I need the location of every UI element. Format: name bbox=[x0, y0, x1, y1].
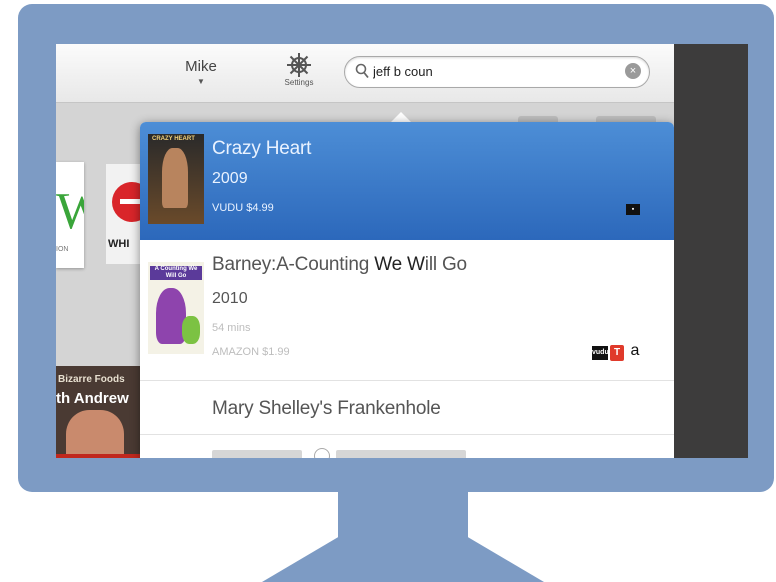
movie-poster: A Counting We Will Go bbox=[148, 262, 204, 354]
show-tile-line1: Bizarre Foods bbox=[58, 374, 125, 385]
search-icon bbox=[355, 63, 369, 79]
result-year: 2010 bbox=[212, 290, 248, 307]
channel-tile-sub: ION bbox=[56, 246, 69, 253]
result-title-cutoff bbox=[336, 450, 466, 458]
user-name: Mike bbox=[185, 58, 217, 75]
dropdown-pointer bbox=[391, 112, 411, 122]
app-window: Mike ▼ Settings jeff b coun × W ION WHI … bbox=[56, 44, 674, 458]
monitor-screen: Mike ▼ Settings jeff b coun × W ION WHI … bbox=[56, 44, 748, 458]
search-input[interactable] bbox=[373, 62, 613, 80]
poster-text: A Counting We Will Go bbox=[150, 266, 202, 280]
channel-tile-label: WHI bbox=[108, 238, 130, 250]
poster-figure-2 bbox=[182, 316, 200, 344]
ship-wheel-icon bbox=[287, 53, 311, 77]
search-result-row[interactable]: A Counting We Will Go Barney:A-Counting … bbox=[140, 240, 674, 381]
poster-figure bbox=[162, 148, 188, 208]
monitor-base-right bbox=[466, 536, 544, 582]
settings-button[interactable]: Settings bbox=[274, 52, 324, 87]
result-title: Crazy Heart bbox=[212, 138, 312, 159]
result-title-match: We W bbox=[374, 254, 425, 275]
result-price: VUDU $4.99 bbox=[212, 202, 274, 214]
result-title-part: ill Go bbox=[424, 254, 467, 275]
channel-tile-letter: W bbox=[56, 183, 84, 240]
amazon-source-icon: a bbox=[630, 342, 640, 359]
result-year: 2009 bbox=[212, 170, 248, 187]
itunes-source-icon: T bbox=[610, 345, 624, 361]
top-toolbar: Mike ▼ Settings jeff b coun × bbox=[56, 44, 674, 103]
monitor-neck bbox=[338, 490, 468, 550]
chevron-down-icon: ▼ bbox=[197, 77, 205, 86]
result-title: Barney:A-Counting We Will Go bbox=[212, 254, 467, 276]
result-title: Mary Shelley's Frankenhole bbox=[212, 398, 441, 419]
search-result-row[interactable]: CRAZY HEART Crazy Heart 2009 VUDU $4.99 … bbox=[140, 122, 674, 240]
search-result-row-partial[interactable] bbox=[140, 434, 674, 458]
info-icon bbox=[314, 448, 330, 458]
show-tile[interactable]: Bizarre Foods th Andrew bbox=[56, 366, 146, 458]
right-dark-panel bbox=[674, 44, 748, 458]
channel-tile[interactable]: W ION bbox=[56, 162, 84, 268]
user-menu[interactable]: Mike ▼ bbox=[176, 58, 226, 86]
settings-label: Settings bbox=[284, 78, 314, 87]
search-result-row[interactable]: Mary Shelley's Frankenhole bbox=[140, 380, 674, 435]
result-duration: 54 mins bbox=[212, 322, 251, 334]
result-title-cutoff bbox=[212, 450, 302, 458]
result-price: AMAZON $1.99 bbox=[212, 346, 290, 358]
clear-search-icon[interactable]: × bbox=[625, 63, 641, 79]
search-results-dropdown: CRAZY HEART Crazy Heart 2009 VUDU $4.99 … bbox=[140, 122, 674, 458]
show-thumbnail bbox=[66, 410, 124, 458]
movie-poster: CRAZY HEART bbox=[148, 134, 204, 224]
show-tile-line2: th Andrew bbox=[56, 390, 129, 407]
result-title-part: Barney:A-Counting bbox=[212, 254, 375, 275]
vudu-source-icon: ▪ bbox=[626, 204, 640, 215]
poster-text: CRAZY HEART bbox=[152, 136, 195, 142]
search-box[interactable]: × bbox=[344, 56, 650, 88]
vudu-source-icon: vudu bbox=[592, 346, 609, 360]
monitor-base-left bbox=[262, 536, 340, 582]
monitor-base bbox=[338, 548, 468, 582]
